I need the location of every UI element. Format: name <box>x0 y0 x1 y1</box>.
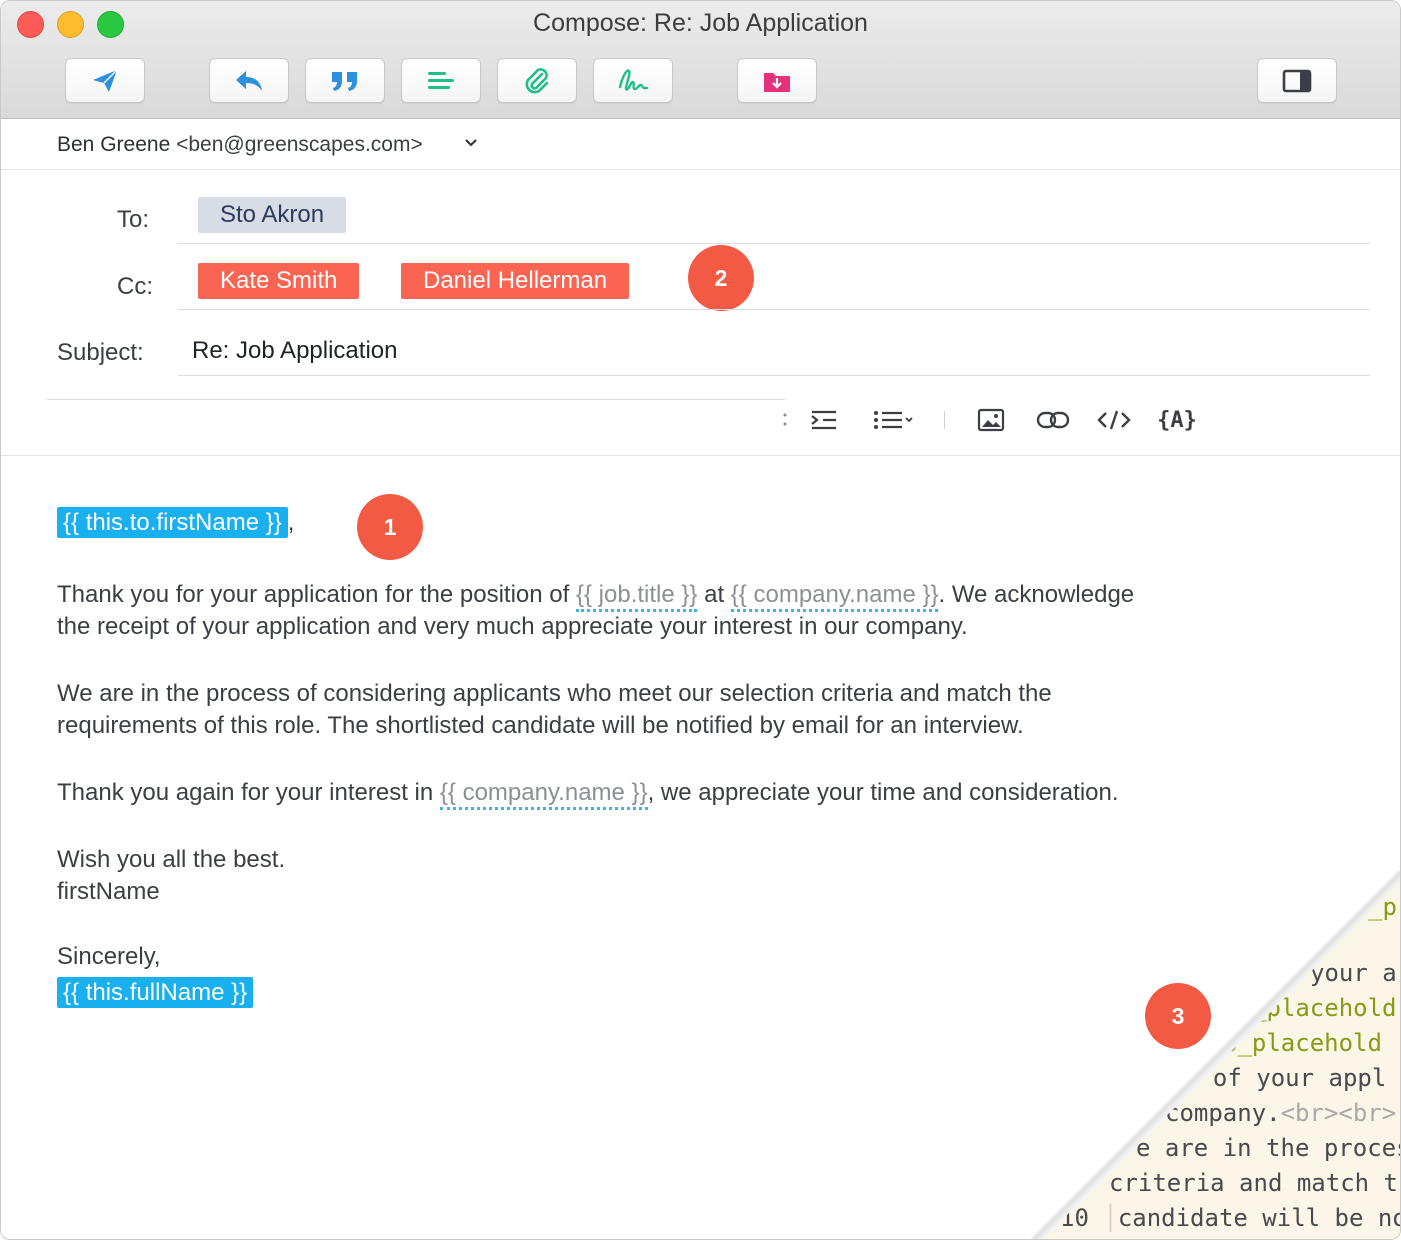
signature-icon <box>618 68 649 91</box>
from-sender[interactable]: Ben Greene <ben@greenscapes.com> <box>57 133 423 157</box>
template-icon <box>428 71 454 89</box>
placeholder-to-firstname[interactable]: {{ this.to.firstName }} <box>57 507 288 538</box>
p1-line-2: the receipt of your application and very… <box>57 613 968 640</box>
from-row[interactable]: Ben Greene <ben@greenscapes.com> <box>1 119 1400 170</box>
toggle-sidebar-button[interactable] <box>1257 58 1337 103</box>
send-icon <box>93 68 118 92</box>
compose-window: Compose: Re: Job Application Ben Greene <box>0 0 1401 1240</box>
closing-wish[interactable]: Wish you all the best. firstName <box>57 844 285 908</box>
callout-badge-1: 1 <box>357 494 423 560</box>
code-text: company. <box>1165 1099 1281 1127</box>
download-folder-icon <box>764 72 790 92</box>
toolbar-separator <box>944 411 945 429</box>
cc-recipient-chip-1[interactable]: Kate Smith <box>198 263 360 299</box>
p3-text-a: Thank you again for your interest in <box>57 779 440 806</box>
variable-icon[interactable]: {A} <box>1156 403 1198 437</box>
to-label: To: <box>117 206 150 233</box>
toolbar-divider <box>47 399 785 400</box>
p3-text-b: , we appreciate your time and considerat… <box>647 779 1119 806</box>
code-line: t of your appl <box>1184 1064 1387 1092</box>
sign-off[interactable]: Sincerely, <box>57 941 161 973</box>
subject-label: Subject: <box>57 339 144 366</box>
save-to-folder-button[interactable] <box>737 58 817 103</box>
variable-company-name-2[interactable]: {{ company.name }} <box>439 779 648 810</box>
sincerely-line: Sincerely, <box>57 943 161 970</box>
signature-line[interactable]: {{ this.fullName }} <box>57 977 254 1009</box>
reply-icon <box>236 70 262 91</box>
p2-line-1: We are in the process of considering app… <box>57 680 1052 707</box>
quote-button[interactable] <box>305 58 385 103</box>
code-line: your a <box>1310 959 1397 987</box>
code-view-icon[interactable] <box>1096 403 1132 437</box>
insert-link-icon[interactable] <box>1035 403 1071 437</box>
code-line: e are in the proces <box>1136 1134 1401 1162</box>
p2-line-2: requirements of this role. The shortlist… <box>57 712 1024 739</box>
cc-label: Cc: <box>117 273 153 300</box>
to-divider <box>178 243 1370 244</box>
send-button[interactable] <box>65 58 145 103</box>
window-title: Compose: Re: Job Application <box>533 9 868 37</box>
subject-divider <box>178 375 1370 376</box>
placeholder-fullname[interactable]: {{ this.fullName }} <box>57 977 254 1008</box>
p1-text-b: at <box>697 581 731 608</box>
p1-text-a: Thank you for your application for the p… <box>57 581 576 608</box>
list-dropdown-icon[interactable] <box>871 403 917 437</box>
title-bar: Compose: Re: Job Application <box>1 1 1400 119</box>
callout-badge-2: 2 <box>688 245 754 311</box>
from-email: <ben@greenscapes.com> <box>176 133 423 156</box>
sidebar-toggle-icon <box>1282 69 1312 92</box>
variable-company-name[interactable]: {{ company.name }} <box>730 581 939 612</box>
code-text: candidate will be no <box>1117 1204 1401 1232</box>
paragraph-2[interactable]: We are in the process of considering app… <box>57 678 1052 742</box>
subject-input[interactable]: Re: Job Application <box>192 337 397 365</box>
paragraph-1[interactable]: Thank you for your application for the p… <box>57 579 1347 643</box>
to-recipient-chip[interactable]: Sto Akron <box>198 197 347 233</box>
insert-image-icon[interactable] <box>975 403 1007 437</box>
code-line: 10 │candidate will be no <box>1060 1204 1401 1232</box>
wish-line: Wish you all the best. <box>57 846 286 873</box>
paperclip-icon <box>525 67 549 93</box>
body-divider <box>1 455 1400 456</box>
more-options-icon[interactable] <box>780 403 790 437</box>
code-line: company.<br><br> <box>1165 1099 1396 1127</box>
code-tag: <br><br> <box>1280 1099 1397 1127</box>
first-name-line: firstName <box>57 878 160 905</box>
callout-badge-3: 3 <box>1145 983 1211 1049</box>
chevron-down-icon[interactable] <box>463 135 479 151</box>
indent-icon[interactable] <box>807 403 841 437</box>
paragraph-3[interactable]: Thank you again for your interest in {{ … <box>57 777 1119 810</box>
attach-button[interactable] <box>497 58 577 103</box>
p1-text-c: . We acknowledge <box>938 581 1135 608</box>
variable-job-title[interactable]: {{ job.title }} <box>575 581 698 612</box>
from-name: Ben Greene <box>57 133 171 156</box>
template-button[interactable] <box>401 58 481 103</box>
greeting-suffix: , <box>287 509 295 536</box>
greeting-line[interactable]: {{ this.to.firstName }}, <box>57 507 294 539</box>
quote-icon <box>332 71 357 91</box>
cc-recipient-chip-2[interactable]: Daniel Hellerman <box>401 263 630 299</box>
cc-divider <box>178 309 1370 310</box>
signature-button[interactable] <box>593 58 673 103</box>
reply-button[interactable] <box>209 58 289 103</box>
code-line: criteria and match t <box>1109 1169 1398 1197</box>
